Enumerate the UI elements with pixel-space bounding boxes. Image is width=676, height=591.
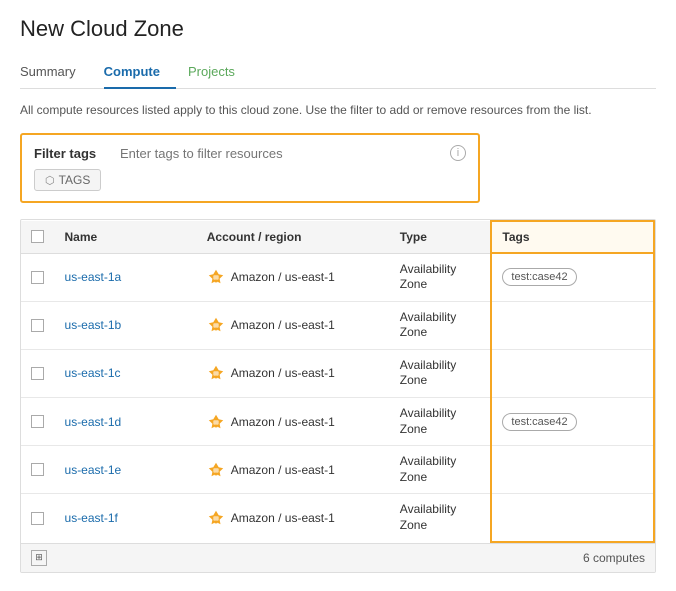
account-text: Amazon / us-east-1: [231, 270, 335, 284]
header-account: Account / region: [197, 221, 390, 253]
header-checkbox-col: [21, 221, 55, 253]
row-name: us-east-1d: [55, 398, 197, 446]
filter-input-row: Filter tags i: [34, 145, 466, 161]
row-checkbox[interactable]: [31, 367, 44, 380]
filter-box: Filter tags i ⬡ TAGS: [20, 133, 480, 203]
table-row: us-east-1f Amazon / us-east-1 Availabilit…: [21, 494, 654, 542]
tags-button-label: TAGS: [59, 173, 91, 187]
row-type: Availability Zone: [390, 494, 492, 542]
table-row: us-east-1c Amazon / us-east-1 Availabilit…: [21, 349, 654, 397]
row-tags: [491, 349, 654, 397]
row-type: Availability Zone: [390, 301, 492, 349]
row-tags: [491, 494, 654, 542]
info-icon[interactable]: i: [450, 145, 466, 161]
row-checkbox[interactable]: [31, 415, 44, 428]
account-text: Amazon / us-east-1: [231, 415, 335, 429]
tab-projects[interactable]: Projects: [188, 56, 251, 89]
row-name: us-east-1e: [55, 446, 197, 494]
header-tags: Tags: [491, 221, 654, 253]
aws-icon: [207, 461, 225, 479]
row-account: Amazon / us-east-1: [197, 301, 390, 349]
aws-icon: [207, 509, 225, 527]
filter-label: Filter tags: [34, 146, 104, 161]
page-container: New Cloud Zone Summary Compute Projects …: [0, 0, 676, 589]
row-checkbox[interactable]: [31, 271, 44, 284]
select-all-checkbox[interactable]: [31, 230, 44, 243]
aws-icon: [207, 413, 225, 431]
row-tags: test:case42: [491, 398, 654, 446]
description-text: All compute resources listed apply to th…: [20, 101, 656, 119]
row-type: Availability Zone: [390, 349, 492, 397]
tab-compute[interactable]: Compute: [104, 56, 176, 89]
row-tags: test:case42: [491, 253, 654, 301]
filter-input[interactable]: [120, 146, 442, 161]
page-title: New Cloud Zone: [20, 16, 656, 42]
row-type: Availability Zone: [390, 398, 492, 446]
footer-count: 6 computes: [583, 551, 645, 565]
tag-icon: ⬡: [45, 174, 55, 187]
account-text: Amazon / us-east-1: [231, 511, 335, 525]
row-checkbox[interactable]: [31, 463, 44, 476]
footer-icon: ⊞: [31, 550, 47, 566]
table-row: us-east-1d Amazon / us-east-1 Availabilit…: [21, 398, 654, 446]
header-type: Type: [390, 221, 492, 253]
row-checkbox[interactable]: [31, 512, 44, 525]
row-tags: [491, 446, 654, 494]
row-account: Amazon / us-east-1: [197, 253, 390, 301]
row-account: Amazon / us-east-1: [197, 494, 390, 542]
tags-button-row: ⬡ TAGS: [34, 169, 466, 191]
row-type: Availability Zone: [390, 446, 492, 494]
row-account: Amazon / us-east-1: [197, 349, 390, 397]
row-tags: [491, 301, 654, 349]
row-account: Amazon / us-east-1: [197, 446, 390, 494]
row-account: Amazon / us-east-1: [197, 398, 390, 446]
tab-summary[interactable]: Summary: [20, 56, 92, 89]
row-checkbox[interactable]: [31, 319, 44, 332]
table-footer: ⊞ 6 computes: [21, 543, 655, 572]
aws-icon: [207, 364, 225, 382]
row-name: us-east-1b: [55, 301, 197, 349]
row-name: us-east-1c: [55, 349, 197, 397]
table-header-row: Name Account / region Type Tags: [21, 221, 654, 253]
table-row: us-east-1e Amazon / us-east-1 Availabilit…: [21, 446, 654, 494]
aws-icon: [207, 316, 225, 334]
compute-table-wrapper: Name Account / region Type Tags us-east-…: [20, 219, 656, 573]
tabs-bar: Summary Compute Projects: [20, 56, 656, 89]
header-name: Name: [55, 221, 197, 253]
table-row: us-east-1a Amazon / us-east-1 Availabilit…: [21, 253, 654, 301]
compute-table: Name Account / region Type Tags us-east-…: [21, 220, 655, 543]
aws-icon: [207, 268, 225, 286]
row-name: us-east-1f: [55, 494, 197, 542]
row-name: us-east-1a: [55, 253, 197, 301]
row-type: Availability Zone: [390, 253, 492, 301]
tags-button[interactable]: ⬡ TAGS: [34, 169, 101, 191]
account-text: Amazon / us-east-1: [231, 463, 335, 477]
account-text: Amazon / us-east-1: [231, 366, 335, 380]
account-text: Amazon / us-east-1: [231, 318, 335, 332]
tag-badge: test:case42: [502, 268, 576, 286]
tag-badge: test:case42: [502, 413, 576, 431]
table-row: us-east-1b Amazon / us-east-1 Availabilit…: [21, 301, 654, 349]
